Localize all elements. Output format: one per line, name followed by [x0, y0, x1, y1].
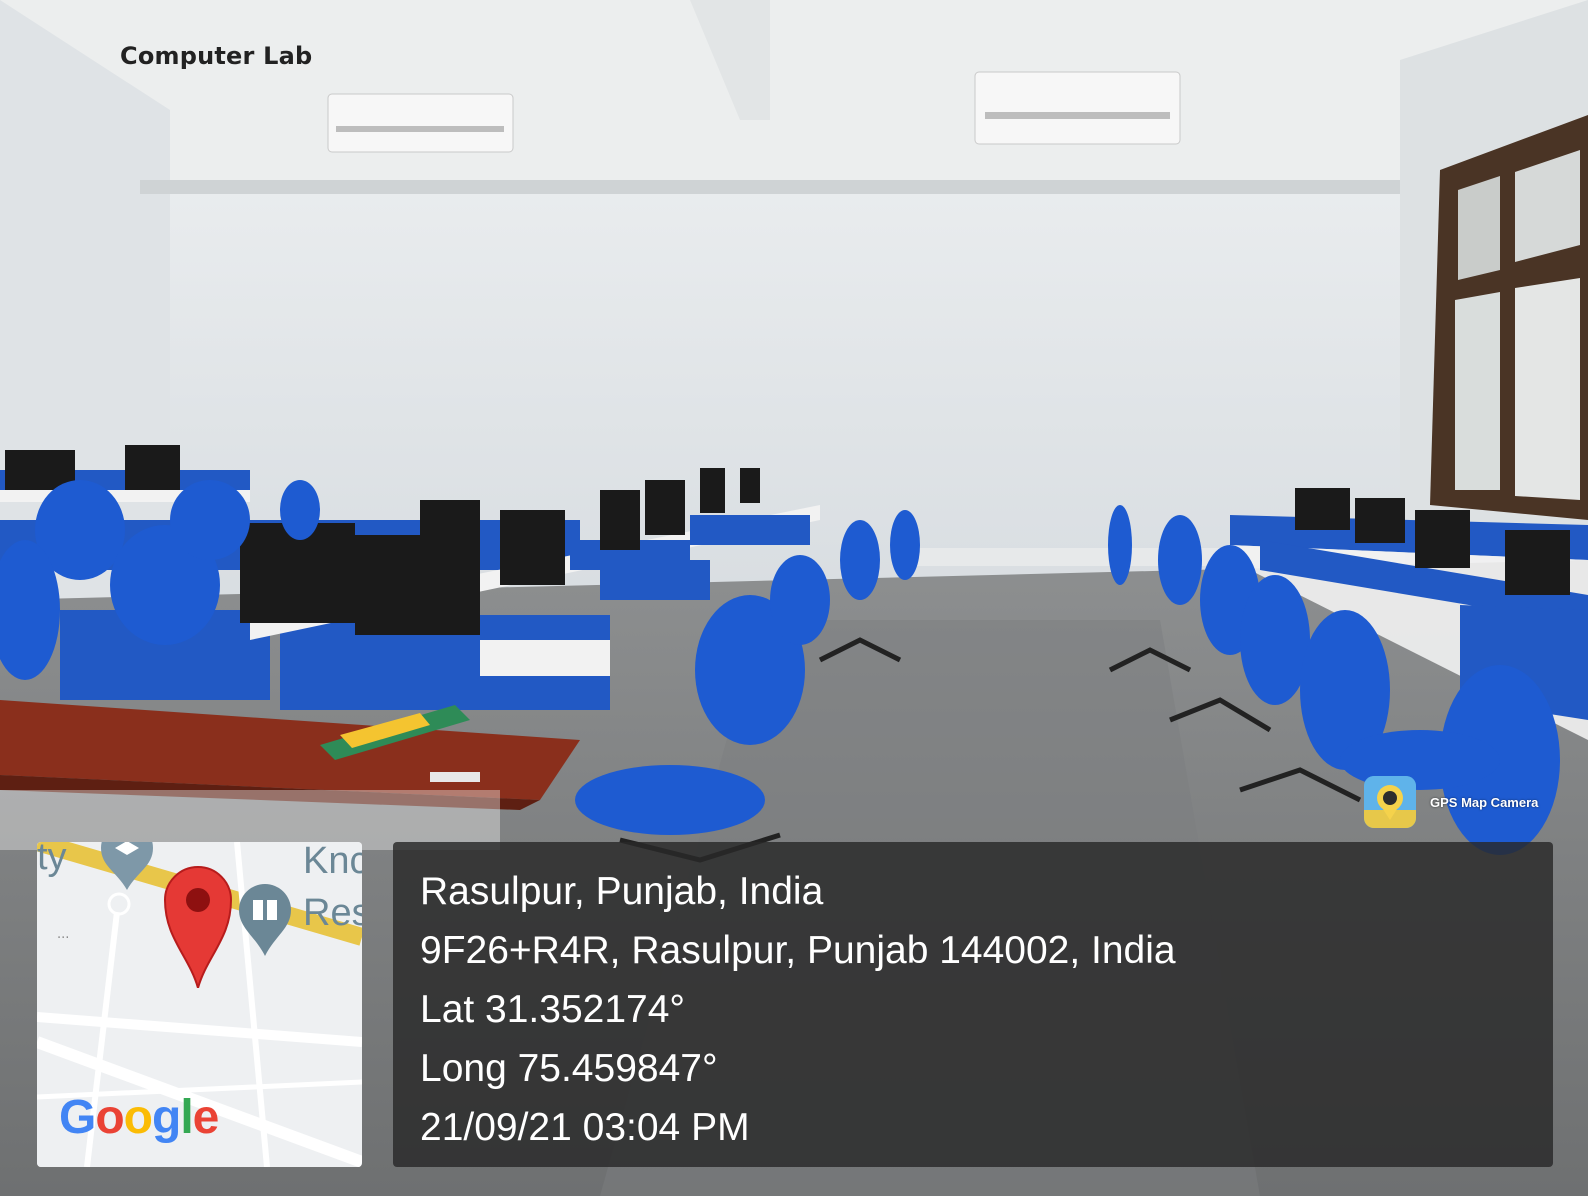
- poi-partial-label-2: Knc: [303, 842, 362, 882]
- location-info-panel: Rasulpur, Punjab, India 9F26+R4R, Rasulp…: [393, 842, 1553, 1167]
- location-address: 9F26+R4R, Rasulpur, Punjab 144002, India: [420, 929, 1176, 972]
- capture-datetime: 21/09/21 03:04 PM: [420, 1106, 750, 1149]
- camera-pin-icon: [1364, 776, 1416, 828]
- poi-partial-label-3: Res: [303, 892, 362, 934]
- longitude-readout: Long 75.459847°: [420, 1047, 718, 1090]
- location-title: Rasulpur, Punjab, India: [420, 870, 824, 913]
- app-badge: GPS Map Camera: [1364, 776, 1538, 828]
- photo-caption: Computer Lab: [120, 42, 313, 70]
- poi-partial-label-1: ty: [37, 842, 67, 878]
- google-logo: Google: [59, 1091, 219, 1144]
- map-thumbnail[interactable]: ... ty Knc Res Google: [37, 842, 362, 1167]
- svg-text:...: ...: [57, 927, 69, 942]
- latitude-readout: Lat 31.352174°: [420, 988, 686, 1031]
- photo-frame: Computer Lab GPS Map Camera ... ty Knc R…: [0, 0, 1588, 1196]
- app-name: GPS Map Camera: [1430, 794, 1539, 810]
